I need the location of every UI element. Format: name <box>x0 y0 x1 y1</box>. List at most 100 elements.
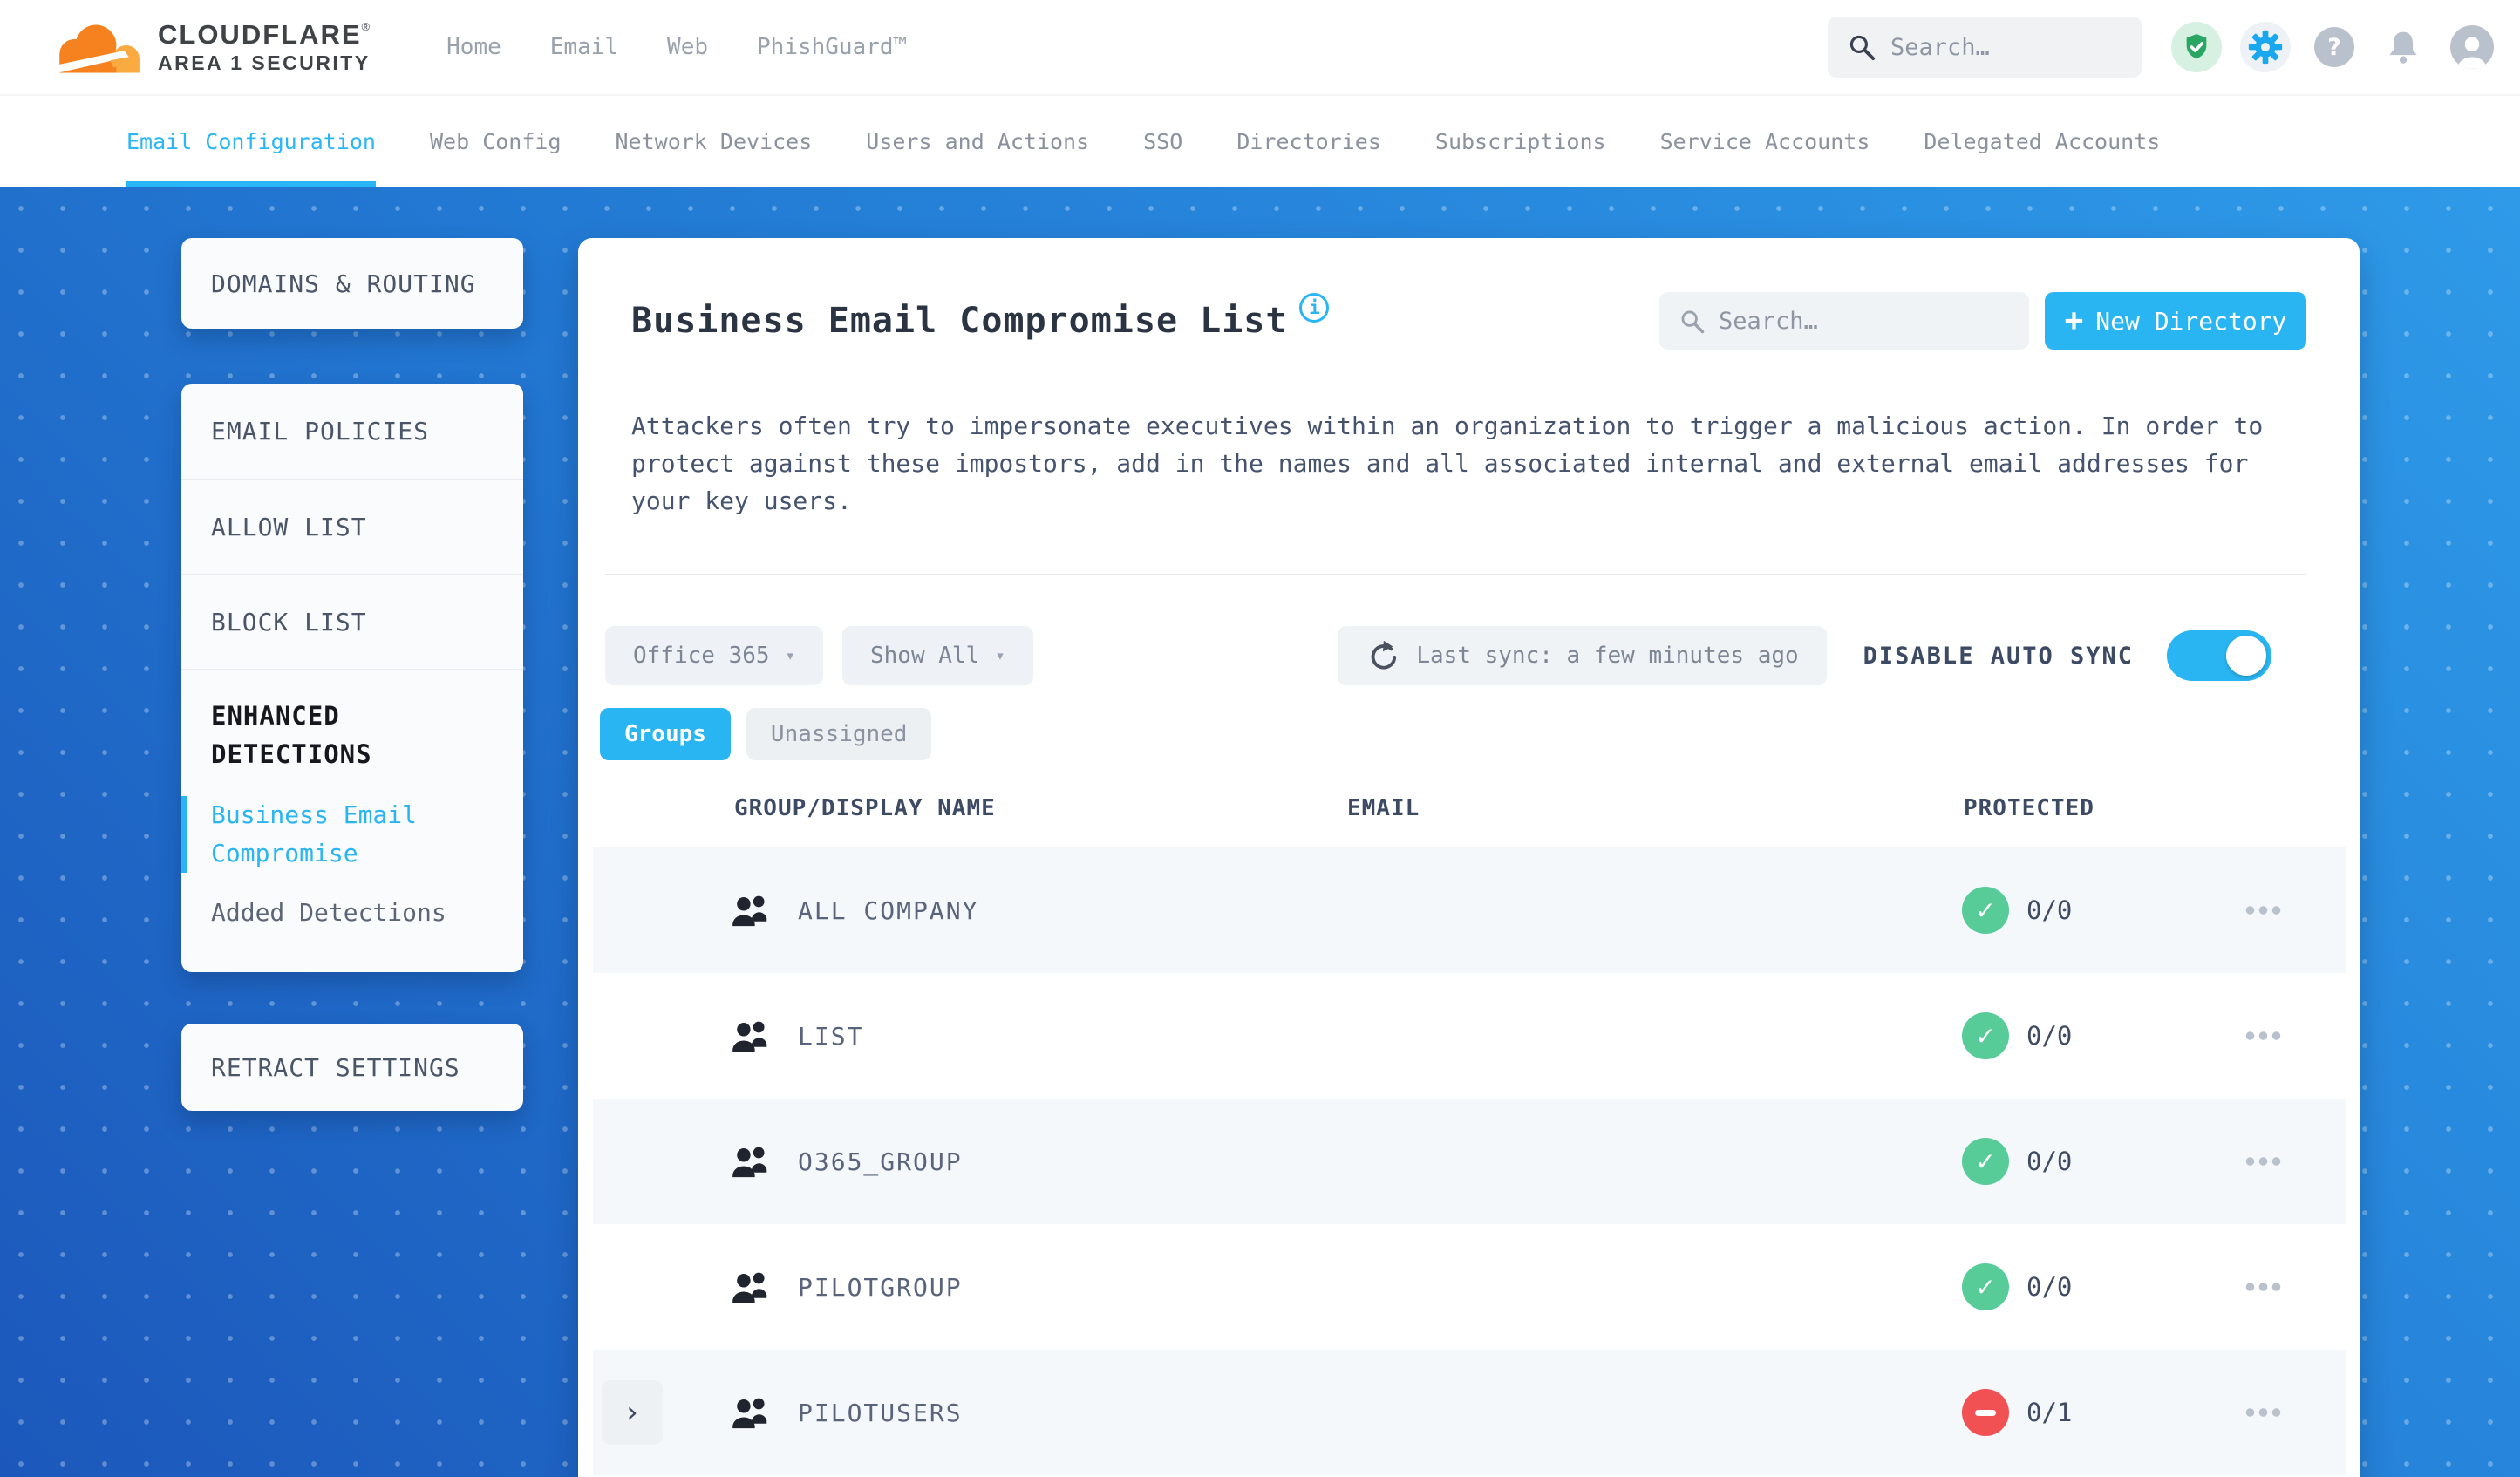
protected-cell: 0/0 <box>1962 1138 2180 1185</box>
more-actions-icon[interactable] <box>2243 1157 2283 1166</box>
view-tabs: Groups Unassigned <box>600 708 2306 760</box>
tab-subscriptions[interactable]: Subscriptions <box>1435 96 1606 187</box>
protected-check-icon <box>1962 1263 2009 1310</box>
table-row[interactable]: O365_GROUP 0/0 <box>593 1099 2346 1224</box>
expand-chevron-button[interactable] <box>602 1380 663 1445</box>
table-row[interactable]: LIST 0/0 <box>593 973 2346 1099</box>
topnav-phishguard[interactable]: PhishGuard™ <box>757 34 907 60</box>
header-actions: New Directory <box>1659 292 2306 350</box>
tab-web-config[interactable]: Web Config <box>430 96 562 187</box>
help-icon[interactable] <box>2309 22 2360 72</box>
more-actions-icon[interactable] <box>2243 1031 2283 1040</box>
topnav-email[interactable]: Email <box>550 34 618 60</box>
protected-count: 0/1 <box>2026 1398 2073 1427</box>
protected-check-icon <box>1962 1012 2009 1059</box>
global-search[interactable] <box>1828 17 2142 78</box>
tab-directories[interactable]: Directories <box>1236 96 1381 187</box>
show-filter-value: Show All <box>870 643 980 669</box>
page-title: Business Email Compromise List <box>631 301 1288 341</box>
view-tab-unassigned[interactable]: Unassigned <box>746 708 932 760</box>
main-panel: Business Email Compromise List New Direc… <box>578 238 2360 1477</box>
group-icon-cell <box>731 1144 798 1179</box>
sidebar-item-allow-list[interactable]: ALLOW LIST <box>181 479 523 574</box>
directory-select-value: Office 365 <box>633 643 770 669</box>
top-nav: Home Email Web PhishGuard™ <box>446 34 907 60</box>
section-divider <box>605 574 2306 575</box>
actions-cell <box>2180 1283 2346 1291</box>
group-users-icon <box>732 1021 767 1052</box>
auto-sync-toggle[interactable] <box>2167 630 2271 681</box>
group-icon-cell <box>731 893 798 928</box>
protected-check-icon <box>1962 887 2009 934</box>
show-filter-select[interactable]: Show All <box>842 626 1033 685</box>
table-header: GROUP/DISPLAY NAME EMAIL PROTECTED <box>593 760 2346 847</box>
cloudflare-logo[interactable]: CLOUDFLARE® AREA 1 SECURITY <box>48 18 372 75</box>
directory-select[interactable]: Office 365 <box>605 626 823 685</box>
tab-network-devices[interactable]: Network Devices <box>616 96 813 187</box>
more-actions-icon[interactable] <box>2243 1408 2283 1417</box>
search-icon <box>1681 310 1705 333</box>
actions-cell <box>2180 1157 2346 1166</box>
refresh-sync-icon <box>1372 640 1397 670</box>
last-sync-button[interactable]: Last sync: a few minutes ago <box>1338 626 1827 685</box>
tab-email-configuration[interactable]: Email Configuration <box>126 96 376 187</box>
list-search-input[interactable] <box>1719 307 2010 335</box>
protected-count: 0/0 <box>2026 1021 2073 1051</box>
toggle-knob <box>2226 636 2266 676</box>
group-icon-cell <box>731 1395 798 1430</box>
security-shield-icon[interactable] <box>2171 22 2222 72</box>
protected-count: 0/0 <box>2026 895 2073 925</box>
list-search[interactable] <box>1659 292 2029 350</box>
new-directory-button[interactable]: New Directory <box>2045 292 2306 350</box>
settings-gear-icon[interactable] <box>2240 22 2291 72</box>
protected-check-icon <box>1962 1138 2009 1185</box>
table-row[interactable]: PILOTGROUP 0/0 <box>593 1224 2346 1350</box>
group-icon-cell <box>731 1018 798 1053</box>
sidebar-item-email-policies[interactable]: EMAIL POLICIES <box>181 384 523 479</box>
protected-cell: 0/1 <box>1962 1389 2180 1436</box>
group-name: PILOTUSERS <box>798 1398 963 1427</box>
column-email: EMAIL <box>1347 795 1420 821</box>
table-row[interactable]: ALL COMPANY 0/0 <box>593 847 2346 973</box>
section-tabs: Email Configuration Web Config Network D… <box>0 96 2520 187</box>
group-icon-cell <box>731 1269 798 1304</box>
group-users-icon <box>732 1272 767 1303</box>
more-actions-icon[interactable] <box>2243 906 2283 915</box>
cloudflare-cloud-icon <box>53 24 140 73</box>
info-icon[interactable] <box>1299 293 1330 323</box>
group-name: O365_GROUP <box>798 1147 963 1176</box>
auto-sync-label: DISABLE AUTO SYNC <box>1863 642 2134 670</box>
actions-cell <box>2180 1031 2346 1040</box>
groups-table: GROUP/DISPLAY NAME EMAIL PROTECTED ALL C… <box>593 760 2346 1475</box>
tab-sso[interactable]: SSO <box>1143 96 1182 187</box>
sidebar-item-retract-settings[interactable]: RETRACT SETTINGS <box>181 1024 523 1111</box>
more-actions-icon[interactable] <box>2243 1283 2283 1291</box>
brand-line2: AREA 1 SECURITY <box>158 51 371 75</box>
top-bar: CLOUDFLARE® AREA 1 SECURITY Home Email W… <box>0 0 2520 96</box>
expand-cell <box>593 1380 731 1445</box>
tab-users-and-actions[interactable]: Users and Actions <box>866 96 1089 187</box>
global-search-input[interactable] <box>1890 33 2122 61</box>
view-tab-groups[interactable]: Groups <box>600 708 731 760</box>
brand-line1: CLOUDFLARE® <box>158 18 372 50</box>
registered-mark: ® <box>361 19 372 33</box>
topnav-home[interactable]: Home <box>446 34 501 60</box>
search-icon <box>1849 35 1876 61</box>
protected-cell: 0/0 <box>1962 887 2180 934</box>
sidebar-item-domains-routing[interactable]: DOMAINS & ROUTING <box>181 238 523 329</box>
sidebar-label: DOMAINS & ROUTING <box>211 269 476 298</box>
panel-header: Business Email Compromise List New Direc… <box>631 292 2306 350</box>
sidebar-item-business-email-compromise[interactable]: Business Email Compromise <box>181 796 494 873</box>
sidebar-item-added-detections[interactable]: Added Detections <box>211 894 494 932</box>
sidebar-enhanced-detections-section: ENHANCED DETECTIONS Business Email Compr… <box>181 669 523 948</box>
new-directory-label: New Directory <box>2095 306 2287 336</box>
tab-service-accounts[interactable]: Service Accounts <box>1660 96 1870 187</box>
topnav-web[interactable]: Web <box>667 34 708 60</box>
table-row[interactable]: PILOTUSERS 0/1 <box>593 1350 2346 1475</box>
group-name: ALL COMPANY <box>798 895 979 925</box>
account-user-icon[interactable] <box>2447 22 2497 72</box>
sidebar-item-enhanced-detections[interactable]: ENHANCED DETECTIONS <box>211 697 494 773</box>
tab-delegated-accounts[interactable]: Delegated Accounts <box>1924 96 2160 187</box>
notifications-bell-icon[interactable] <box>2378 22 2428 72</box>
sidebar-item-block-list[interactable]: BLOCK LIST <box>181 574 523 669</box>
